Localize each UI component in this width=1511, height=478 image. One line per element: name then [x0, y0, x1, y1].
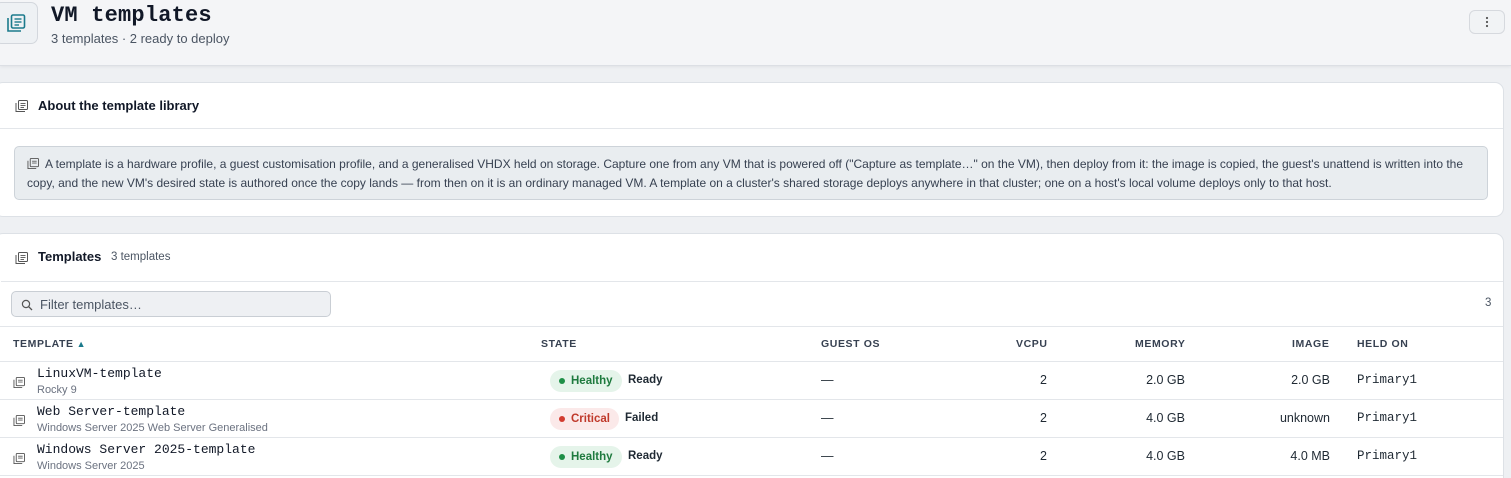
template-name[interactable]: LinuxVM-template	[37, 366, 162, 381]
col-held-on-header[interactable]: HELD ON	[1357, 338, 1408, 350]
status-dot-icon	[559, 454, 565, 460]
template-icon	[13, 375, 25, 393]
col-guest-os-header[interactable]: GUEST OS	[821, 338, 880, 350]
memory-cell: 4.0 GB	[1146, 411, 1185, 425]
template-os: Windows Server 2025 Web Server Generalis…	[37, 422, 268, 434]
page-subtitle: 3 templates · 2 ready to deploy	[51, 31, 230, 46]
state-text: Ready	[628, 450, 663, 462]
vcpu-cell: 2	[1040, 411, 1047, 425]
search-icon	[21, 298, 33, 316]
templates-card-title: Templates	[38, 249, 102, 264]
col-state-header[interactable]: STATE	[541, 338, 577, 350]
held-on-cell: Primary1	[1357, 411, 1418, 425]
template-icon	[0, 2, 38, 44]
template-os: Windows Server 2025	[37, 460, 145, 472]
state-text: Failed	[625, 412, 659, 424]
table-row[interactable]: LinuxVM-template Rocky 9 Healthy Ready —…	[0, 362, 1503, 400]
col-memory-header[interactable]: MEMORY	[1135, 338, 1185, 350]
vcpu-cell: 2	[1040, 449, 1047, 463]
about-card: About the template library A template is…	[0, 82, 1504, 217]
guest-os-cell: —	[821, 449, 834, 463]
image-cell: 4.0 MB	[1290, 449, 1330, 463]
table-row[interactable]: Web Server-template Windows Server 2025 …	[0, 400, 1503, 438]
template-icon	[27, 156, 39, 174]
image-cell: 2.0 GB	[1291, 373, 1330, 387]
status-badge: Healthy	[550, 446, 622, 468]
state-text: Ready	[628, 374, 663, 386]
status-dot-icon	[559, 416, 565, 422]
row-count: 3	[1485, 297, 1492, 309]
templates-count: 3 templates	[111, 251, 171, 263]
template-name[interactable]: Windows Server 2025-template	[37, 442, 255, 457]
vcpu-cell: 2	[1040, 373, 1047, 387]
table-row[interactable]: Windows Server 2025-template Windows Ser…	[0, 438, 1503, 476]
image-cell: unknown	[1279, 411, 1330, 425]
about-card-header: About the template library	[0, 83, 1503, 129]
template-icon	[13, 413, 25, 431]
col-image-header[interactable]: IMAGE	[1292, 338, 1329, 350]
template-name[interactable]: Web Server-template	[37, 404, 185, 419]
col-template-header[interactable]: TEMPLATE ▲	[13, 338, 86, 350]
about-info-box: A template is a hardware profile, a gues…	[14, 146, 1488, 200]
status-badge: Healthy	[550, 370, 622, 392]
memory-cell: 2.0 GB	[1146, 373, 1185, 387]
template-icon	[15, 99, 28, 117]
held-on-cell: Primary1	[1357, 449, 1418, 463]
template-icon	[15, 251, 28, 269]
sort-ascending-icon: ▲	[76, 339, 87, 349]
memory-cell: 4.0 GB	[1146, 449, 1185, 463]
more-actions-button[interactable]	[1469, 10, 1505, 34]
page-title: VM templates	[51, 3, 212, 28]
status-dot-icon	[559, 378, 565, 384]
about-card-title: About the template library	[38, 98, 200, 113]
template-icon	[13, 451, 25, 469]
templates-card: Templates 3 templates 3 TEMPLATE▲ STATE …	[0, 233, 1504, 478]
kebab-icon	[1485, 16, 1489, 28]
filter-templates-input[interactable]	[40, 294, 325, 314]
table-header: TEMPLATE ▲ STATE GUEST OS VCPU MEMORY IMA…	[0, 326, 1503, 362]
status-badge: Critical	[550, 408, 619, 430]
templates-card-header: Templates 3 templates	[0, 234, 1503, 280]
guest-os-cell: —	[821, 373, 834, 387]
about-text: A template is a hardware profile, a gues…	[27, 157, 1464, 190]
page-header: VM templates 3 templates · 2 ready to de…	[0, 0, 1511, 66]
template-os: Rocky 9	[37, 384, 77, 396]
guest-os-cell: —	[821, 411, 834, 425]
filter-box	[11, 291, 331, 317]
col-vcpu-header[interactable]: VCPU	[1016, 338, 1048, 350]
held-on-cell: Primary1	[1357, 373, 1418, 387]
